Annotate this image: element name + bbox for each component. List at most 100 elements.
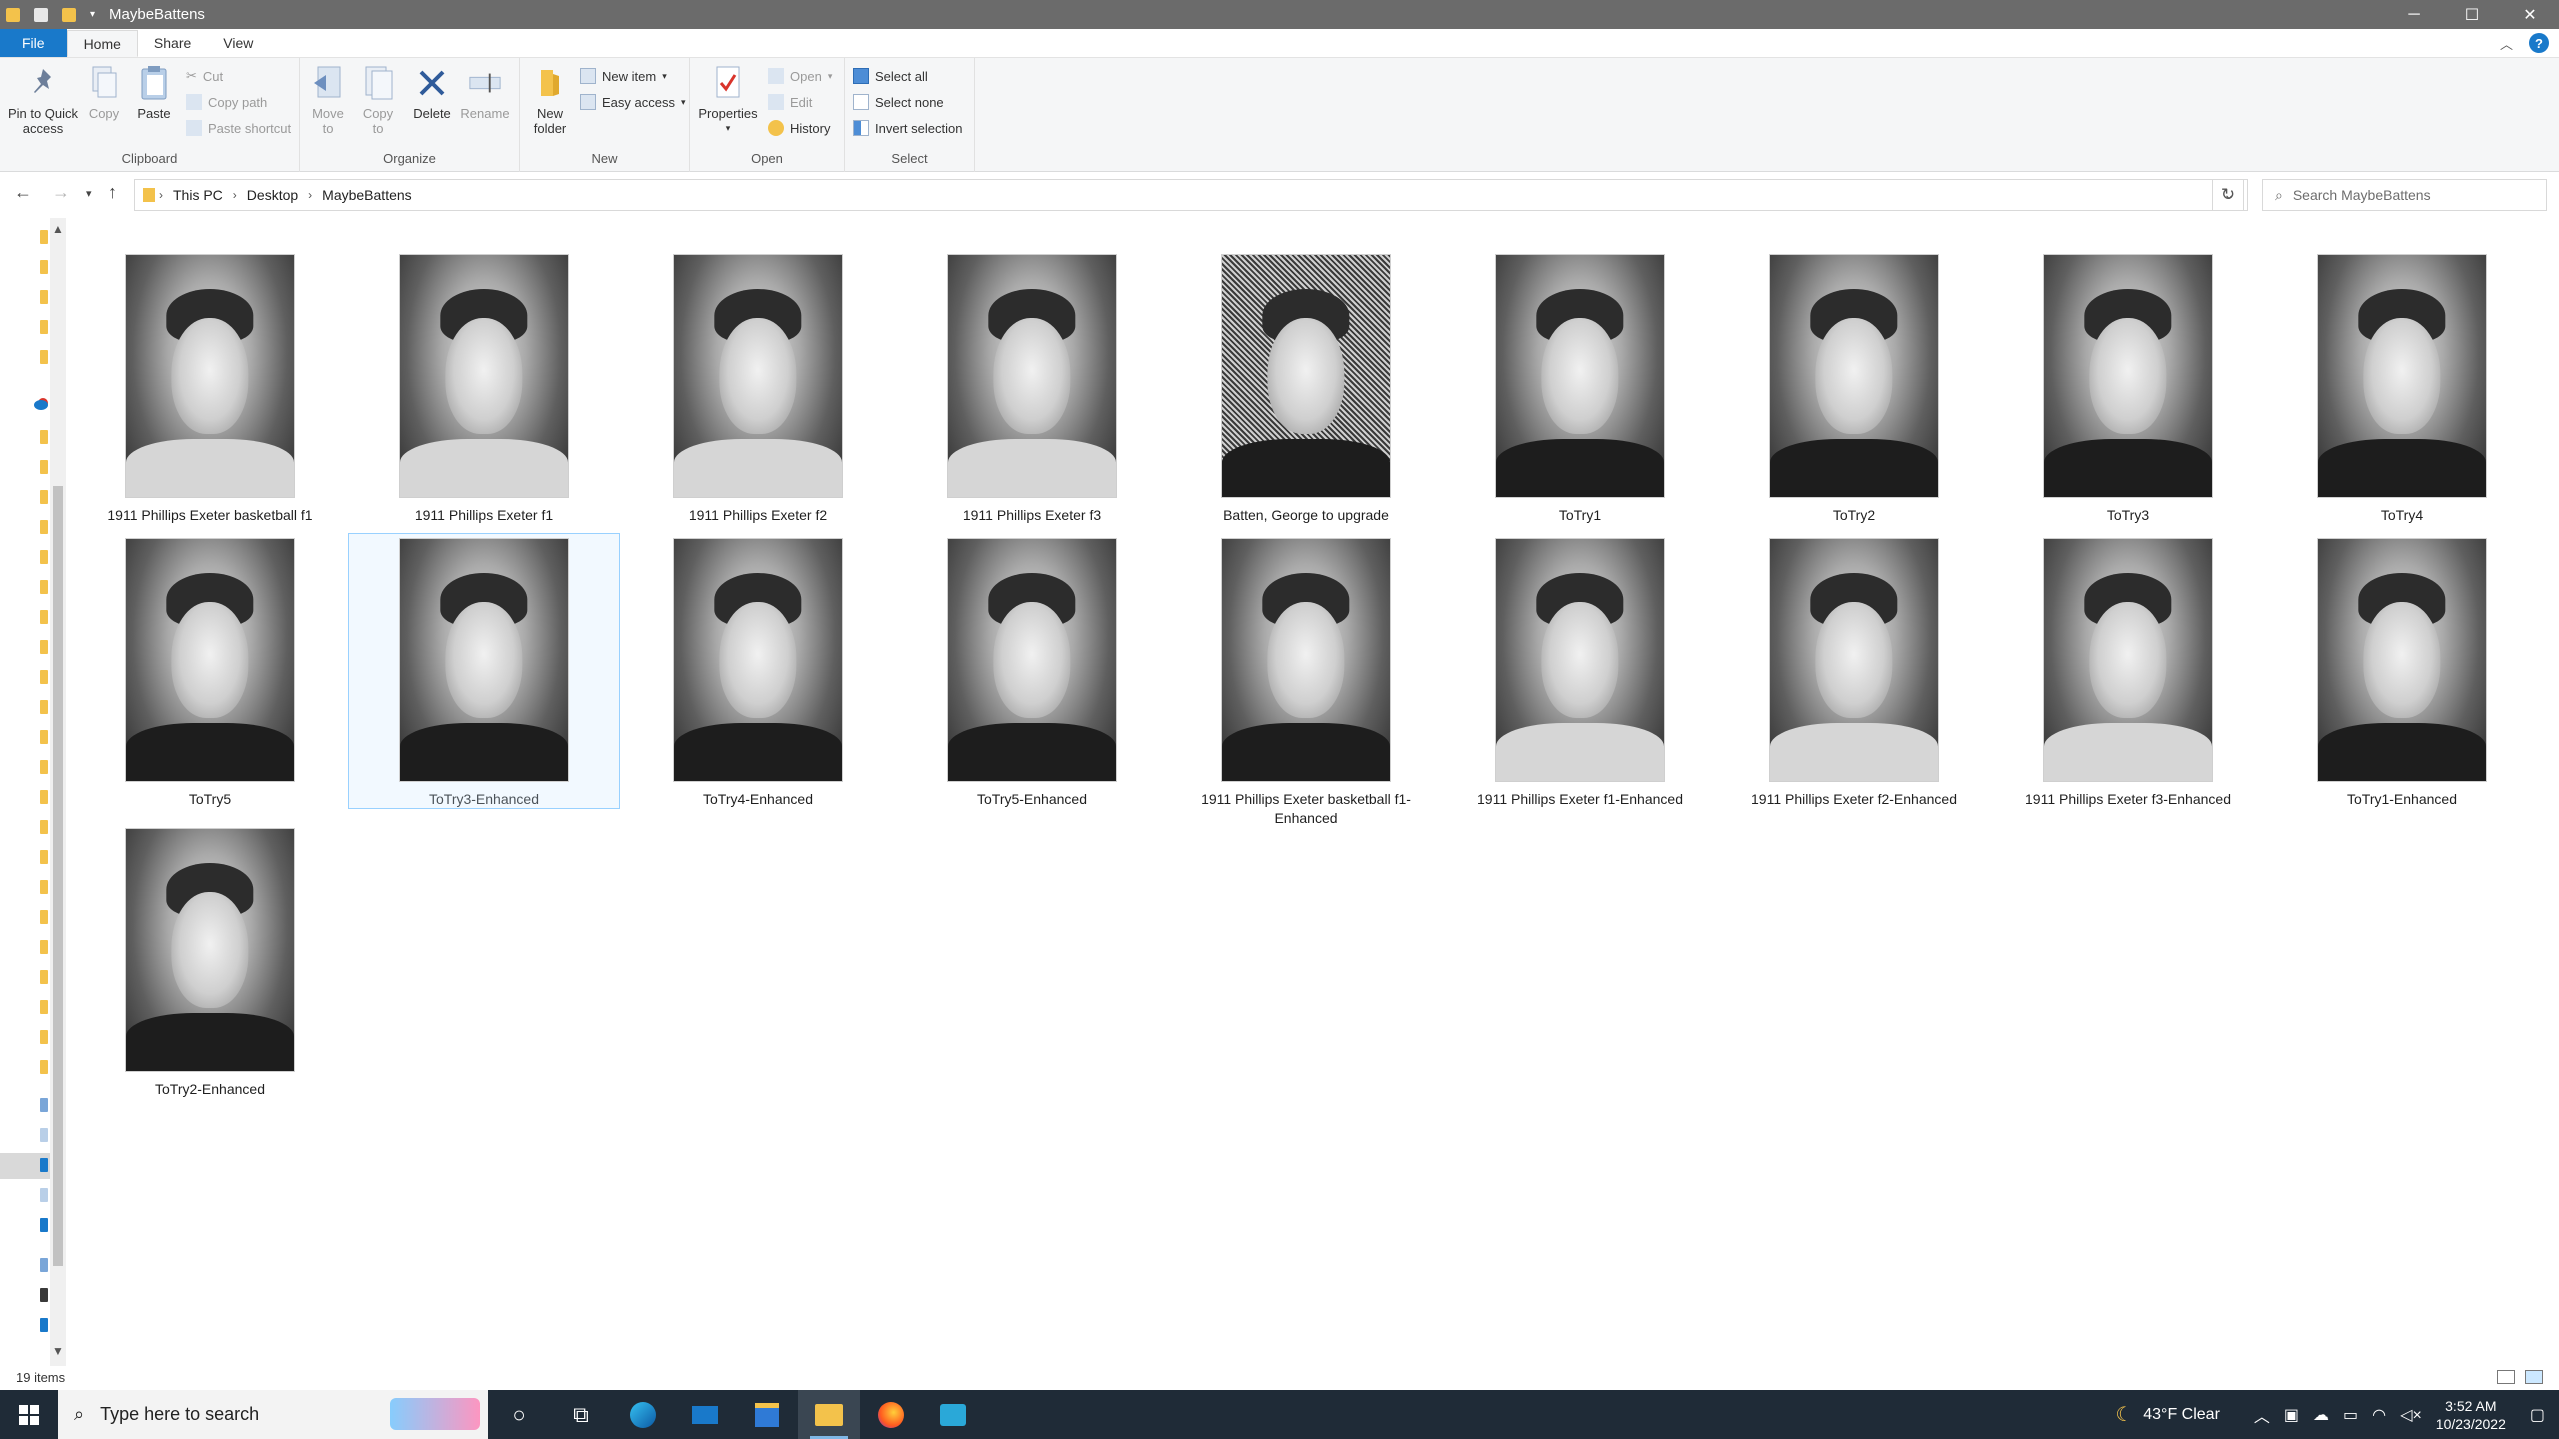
scroll-up-icon[interactable]: ▲ [52, 222, 64, 236]
file-item[interactable]: 1911 Phillips Exeter f2 [622, 254, 894, 525]
notification-icon[interactable]: ▢ [2530, 1405, 2545, 1425]
photo-thumbnail[interactable] [673, 254, 843, 498]
file-item[interactable]: ToTry5 [74, 538, 346, 809]
new-item-button[interactable]: New item ▾ [580, 65, 667, 87]
nav-network-icon[interactable] [40, 1218, 48, 1232]
easy-access-button[interactable]: Easy access ▾ [580, 91, 686, 113]
photo-thumbnail[interactable] [1769, 538, 1939, 782]
onedrive-tray-icon[interactable]: ☁ [2313, 1405, 2329, 1425]
photo-thumbnail[interactable] [1495, 538, 1665, 782]
file-explorer-icon[interactable] [798, 1390, 860, 1439]
task-view-icon[interactable]: ⧉ [550, 1390, 612, 1439]
network-icon[interactable]: ▭ [2343, 1405, 2358, 1425]
nav-drive-icon[interactable] [40, 1288, 48, 1302]
new-folder-quick-icon[interactable] [62, 7, 76, 22]
edit-button[interactable]: Edit [768, 91, 812, 113]
photo-thumbnail[interactable] [125, 254, 295, 498]
wifi-icon[interactable]: ◠ [2372, 1405, 2386, 1425]
weather-widget[interactable]: ☾ 43°F Clear [2115, 1402, 2220, 1427]
photo-thumbnail[interactable] [673, 538, 843, 782]
nav-folder-icon[interactable] [40, 610, 48, 624]
nav-drive-icon[interactable] [40, 1258, 48, 1272]
photo-thumbnail[interactable] [2043, 538, 2213, 782]
firefox-icon[interactable] [860, 1390, 922, 1439]
nav-folder-icon[interactable] [40, 290, 48, 304]
photo-thumbnail[interactable] [2317, 254, 2487, 498]
file-item[interactable]: ToTry3 [1992, 254, 2264, 525]
recent-locations-chevron-icon[interactable]: ▾ [86, 187, 92, 200]
cortana-icon[interactable]: ○ [488, 1390, 550, 1439]
maximize-button[interactable]: ☐ [2443, 0, 2501, 29]
file-item[interactable]: ToTry4 [2266, 254, 2538, 525]
photo-thumbnail[interactable] [2043, 254, 2213, 498]
scroll-down-icon[interactable]: ▼ [52, 1344, 64, 1358]
nav-folder-icon[interactable] [40, 430, 48, 444]
nav-folder-icon[interactable] [40, 1030, 48, 1044]
file-item[interactable]: 1911 Phillips Exeter f2-Enhanced [1718, 538, 1990, 809]
nav-folder-icon[interactable] [40, 820, 48, 834]
new-folder-button[interactable]: New folder [528, 64, 572, 136]
copy-to-button[interactable]: Copy to [356, 64, 400, 136]
nav-folder-icon[interactable] [40, 350, 48, 364]
open-button[interactable]: Open ▾ [768, 65, 832, 87]
nav-folder-icon[interactable] [40, 970, 48, 984]
nav-drive-icon[interactable] [40, 1188, 48, 1202]
file-item[interactable]: 1911 Phillips Exeter basketball f1 [74, 254, 346, 525]
nav-folder-icon[interactable] [40, 550, 48, 564]
refresh-button[interactable]: ↻ [2212, 179, 2244, 211]
move-to-button[interactable]: Move to [306, 64, 350, 136]
invert-selection-button[interactable]: Invert selection [853, 117, 962, 139]
photo-thumbnail[interactable] [399, 254, 569, 498]
nav-folder-icon[interactable] [40, 460, 48, 474]
file-item[interactable]: 1911 Phillips Exeter basketball f1-Enhan… [1170, 538, 1442, 828]
minimize-button[interactable]: ─ [2385, 0, 2443, 29]
cut-button[interactable]: ✂ Cut [186, 65, 223, 87]
nav-folder-icon[interactable] [40, 640, 48, 654]
onedrive-icon[interactable] [34, 400, 48, 410]
photo-thumbnail[interactable] [947, 254, 1117, 498]
file-item[interactable]: 1911 Phillips Exeter f1 [348, 254, 620, 525]
breadcrumb-this-pc[interactable]: This PC [167, 187, 229, 203]
nav-folder-icon[interactable] [40, 670, 48, 684]
photo-thumbnail[interactable] [1495, 254, 1665, 498]
store-icon[interactable] [736, 1390, 798, 1439]
nav-folder-icon[interactable] [40, 940, 48, 954]
tab-view[interactable]: View [207, 29, 269, 57]
copy-path-button[interactable]: Copy path [186, 91, 267, 113]
pin-quick-access-button[interactable]: Pin to Quick access [6, 64, 80, 136]
nav-folder-icon[interactable] [40, 760, 48, 774]
nav-folder-icon[interactable] [40, 230, 48, 244]
history-button[interactable]: History [768, 117, 830, 139]
paste-button[interactable]: Paste [134, 64, 174, 121]
taskbar-search-input[interactable]: ⌕ Type here to search [58, 1390, 488, 1439]
back-arrow-icon[interactable]: ← [14, 182, 32, 203]
edge-icon[interactable] [612, 1390, 674, 1439]
photo-thumbnail[interactable] [947, 538, 1117, 782]
volume-muted-icon[interactable]: ◁× [2400, 1405, 2422, 1425]
copy-button[interactable]: Copy [84, 64, 124, 121]
file-item[interactable]: ToTry4-Enhanced [622, 538, 894, 809]
file-item[interactable]: ToTry1 [1444, 254, 1716, 525]
nav-folder-icon[interactable] [40, 260, 48, 274]
file-item[interactable]: 1911 Phillips Exeter f3 [896, 254, 1168, 525]
properties-button[interactable]: Properties ▾ [698, 64, 758, 136]
nav-drive-icon[interactable] [40, 1158, 48, 1172]
nav-folder-icon[interactable] [40, 1060, 48, 1074]
file-item[interactable]: Batten, George to upgrade [1170, 254, 1442, 525]
photo-thumbnail[interactable] [1769, 254, 1939, 498]
select-none-button[interactable]: Select none [853, 91, 944, 113]
photo-thumbnail[interactable] [125, 538, 295, 782]
nav-folder-icon[interactable] [40, 850, 48, 864]
photo-thumbnail[interactable] [2317, 538, 2487, 782]
large-icons-view-icon[interactable] [2525, 1370, 2543, 1384]
nav-folder-icon[interactable] [40, 730, 48, 744]
photo-thumbnail[interactable] [1221, 254, 1391, 498]
select-all-button[interactable]: Select all [853, 65, 928, 87]
start-button[interactable] [0, 1390, 58, 1439]
tray-chevron-up-icon[interactable]: ︿ [2254, 1403, 2270, 1427]
file-item[interactable]: ToTry2-Enhanced [74, 828, 346, 1099]
chevron-down-icon[interactable]: ▾ [90, 9, 95, 20]
nav-folder-icon[interactable] [40, 580, 48, 594]
nav-drive-icon[interactable] [40, 1318, 48, 1332]
delete-button[interactable]: Delete [412, 64, 452, 121]
